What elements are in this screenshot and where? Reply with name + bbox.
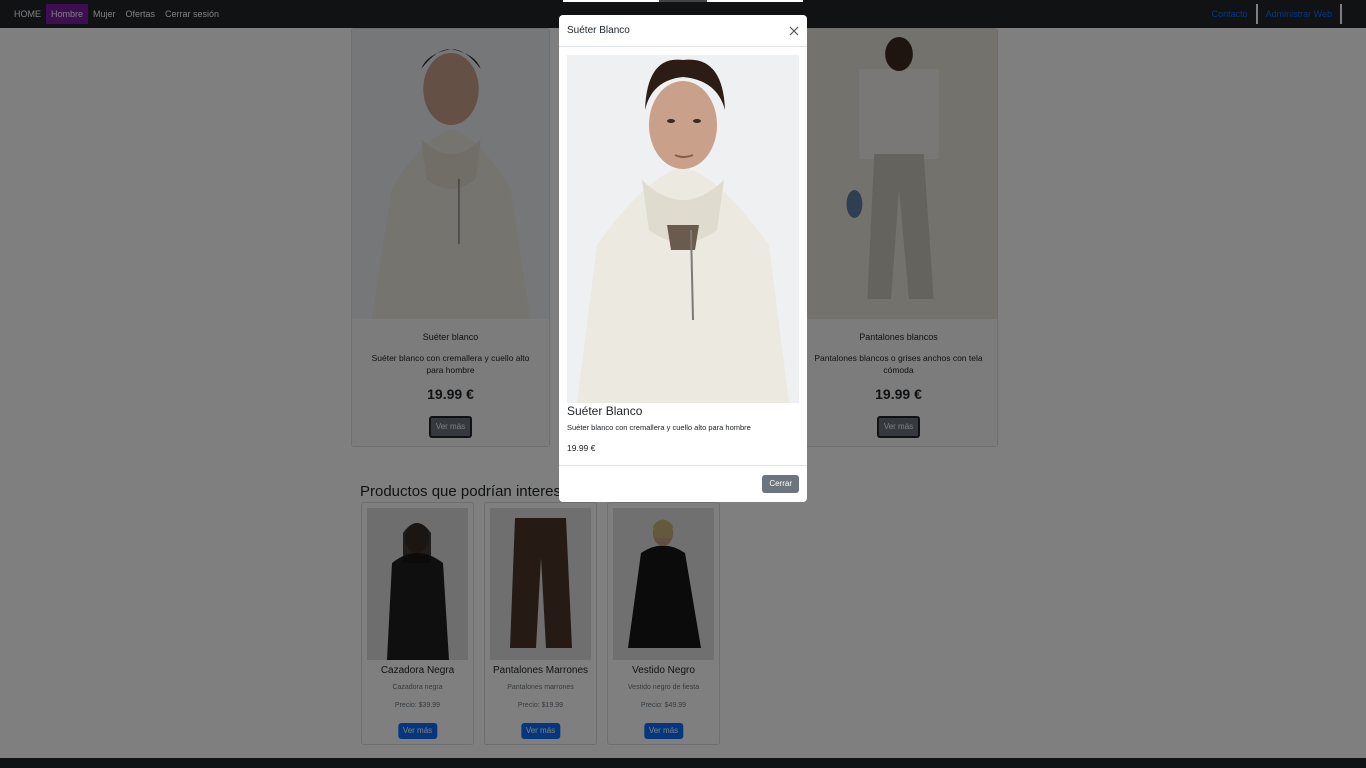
modal-topbar bbox=[563, 0, 803, 2]
product-modal: Suéter Blanco Suéter Blanco Suéter blanc… bbox=[559, 15, 807, 502]
close-icon[interactable] bbox=[788, 25, 800, 37]
modal-title: Suéter Blanco bbox=[567, 25, 630, 36]
modal-price: 19.99 € bbox=[567, 443, 596, 453]
modal-product-title: Suéter Blanco bbox=[567, 404, 643, 418]
cerrar-button[interactable]: Cerrar bbox=[762, 475, 799, 493]
modal-description: Suéter blanco con cremallera y cuello al… bbox=[567, 423, 751, 432]
modal-footer: Cerrar bbox=[559, 465, 807, 502]
modal-product-image bbox=[567, 55, 799, 403]
modal-header: Suéter Blanco bbox=[559, 15, 807, 47]
